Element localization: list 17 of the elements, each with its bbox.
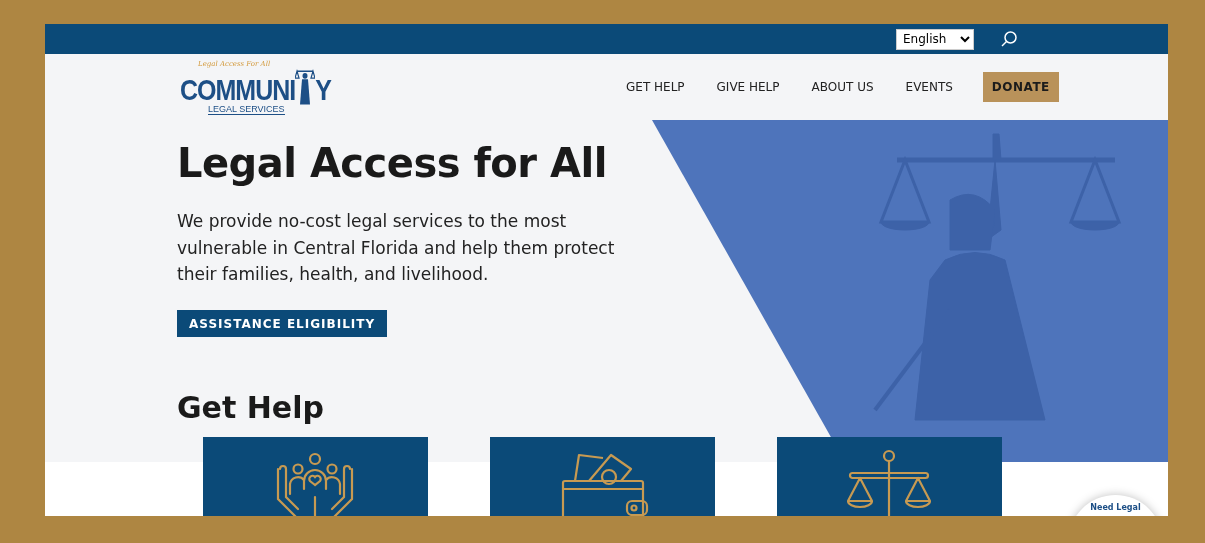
hero-title: Legal Access for All [177, 139, 608, 188]
logo-subtitle: LEGAL SERVICES [208, 103, 285, 115]
logo-wordmark: Y [315, 75, 331, 103]
help-card[interactable] [490, 436, 715, 516]
logo-wordmark: COMMUNI [180, 75, 296, 103]
search-icon[interactable] [1000, 30, 1018, 48]
help-card[interactable] [203, 436, 428, 516]
nav-link[interactable]: GIVE HELP [716, 80, 780, 94]
nav-link[interactable]: EVENTS [905, 80, 953, 94]
help-card[interactable] [777, 436, 1002, 516]
nav-link[interactable]: GET HELP [626, 80, 685, 94]
eligibility-button[interactable]: ASSISTANCE ELIGIBILITY [177, 309, 388, 337]
section-title: Get Help [177, 390, 325, 425]
nav-link[interactable]: ABOUT US [811, 80, 874, 94]
language-select[interactable]: English [896, 28, 974, 50]
hero-text: We provide no-cost legal services to the most vulnerable in Central Florida and help them protect their families, health, and livelihood. [177, 210, 616, 286]
donate-button[interactable]: DONATE [982, 72, 1059, 102]
